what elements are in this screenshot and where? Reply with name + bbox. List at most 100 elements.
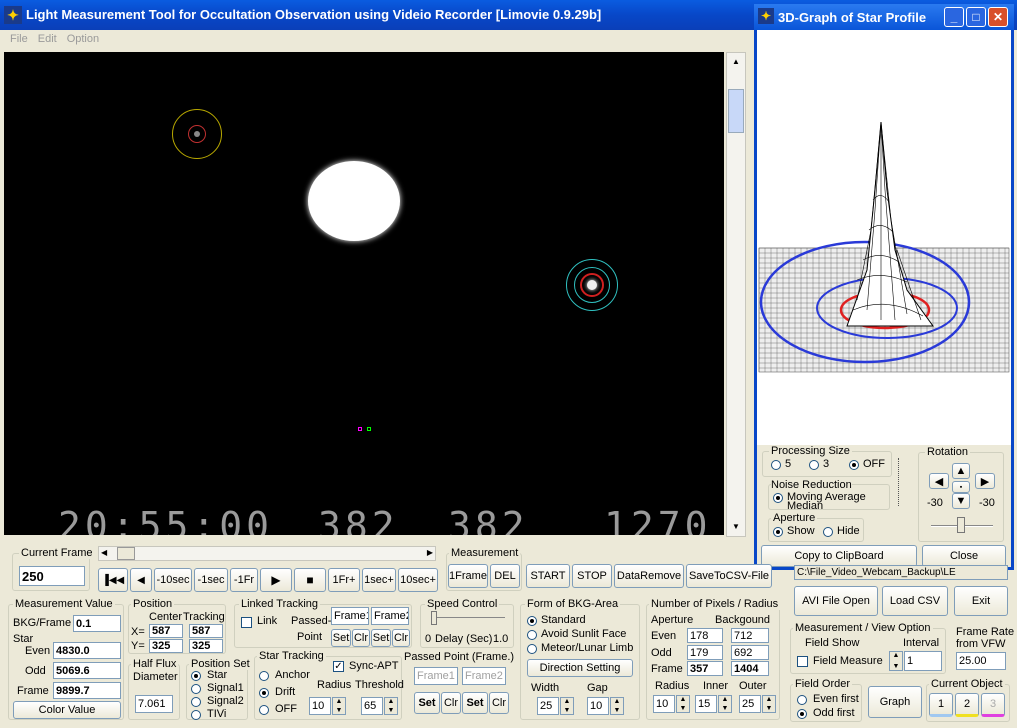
frame-scroll-thumb[interactable] — [117, 547, 135, 560]
passed-clr1-button[interactable]: Clr — [441, 692, 461, 714]
aperture-hide-radio[interactable] — [823, 527, 833, 537]
rotate-reset-button[interactable]: ▪ — [952, 481, 970, 493]
posset-signal1-radio[interactable] — [191, 684, 201, 694]
linked-set2-button[interactable]: Set — [371, 629, 391, 647]
outer-radius-input[interactable]: 25 — [739, 695, 761, 713]
rotate-right-button[interactable]: ▶ — [975, 473, 995, 489]
current-frame-input[interactable]: 250 — [19, 566, 85, 586]
linked-clr2-button[interactable]: Clr — [392, 629, 410, 647]
menu-option[interactable]: Option — [67, 33, 99, 45]
direction-setting-button[interactable]: Direction Setting — [527, 659, 633, 677]
passed-clr2-button[interactable]: Clr — [489, 692, 509, 714]
inner-radius-input[interactable]: 15 — [695, 695, 717, 713]
threshold-input[interactable]: 65 — [361, 697, 383, 715]
linked-clr1-button[interactable]: Clr — [352, 629, 370, 647]
frame-scroll-right-icon[interactable]: ▶ — [427, 548, 433, 557]
back-1sec-button[interactable]: -1sec — [194, 568, 228, 592]
interval-input[interactable]: 1 — [904, 651, 942, 671]
stop-button[interactable]: ■ — [294, 568, 326, 592]
moving-average-radio[interactable] — [773, 493, 783, 503]
track-radius-spinner[interactable]: ▲ ▼ — [332, 697, 346, 715]
passed-frame1-field[interactable]: Frame1 — [414, 667, 458, 685]
first-frame-button[interactable]: ▐◀◀ — [98, 568, 128, 592]
passed-frame2-field[interactable]: Frame2 — [462, 667, 506, 685]
rotate-down-button[interactable]: ▼ — [952, 493, 970, 509]
speed-slider-track[interactable] — [431, 617, 505, 619]
back-10sec-button[interactable]: -10sec — [154, 568, 192, 592]
sync-apt-checkbox[interactable]: ✓ — [333, 661, 344, 672]
anchor-radio[interactable] — [259, 671, 269, 681]
video-vertical-scrollbar[interactable]: ▲ ▼ — [726, 52, 746, 537]
posset-signal2-radio[interactable] — [191, 697, 201, 707]
prev-button[interactable]: ◀ — [130, 568, 152, 592]
close-icon[interactable]: ✕ — [988, 7, 1008, 27]
copy-clipboard-button[interactable]: Copy to ClipBoard — [761, 545, 917, 567]
posset-star-radio[interactable] — [191, 671, 201, 681]
aperture-radius-spinner[interactable]: ▲ ▼ — [676, 695, 690, 713]
interval-spinner[interactable]: ▲ ▼ — [889, 651, 903, 671]
odd-first-radio[interactable] — [797, 709, 807, 719]
rotation-slider-thumb[interactable] — [957, 517, 965, 533]
fwd-1fr-button[interactable]: 1Fr+ — [328, 568, 360, 592]
exit-button[interactable]: Exit — [954, 586, 1008, 616]
linked-set1-button[interactable]: Set — [331, 629, 351, 647]
scroll-up-arrow[interactable]: ▲ — [728, 54, 744, 70]
close-button[interactable]: Close — [922, 545, 1006, 567]
del-button[interactable]: DEL — [490, 564, 520, 588]
track-radius-input[interactable]: 10 — [309, 697, 331, 715]
save-csv-button[interactable]: SaveToCSV-File — [686, 564, 772, 588]
frame-scrollbar[interactable]: ◀ ▶ — [98, 546, 436, 561]
bkg-meteor-radio[interactable] — [527, 644, 537, 654]
outer-radius-spinner[interactable]: ▲ ▼ — [762, 695, 776, 713]
data-remove-button[interactable]: DataRemove — [614, 564, 684, 588]
fwd-10sec-button[interactable]: 10sec+ — [398, 568, 438, 592]
passed-set1-button[interactable]: Set — [414, 692, 440, 714]
menu-file[interactable]: File — [10, 33, 28, 45]
bkg-width-spinner[interactable]: ▲ ▼ — [560, 697, 574, 715]
rotate-left-button[interactable]: ◀ — [929, 473, 949, 489]
one-frame-button[interactable]: 1Frame — [448, 564, 488, 588]
rotate-up-button[interactable]: ▲ — [952, 463, 970, 479]
object-1-button[interactable]: 1 — [929, 693, 953, 717]
menu-edit[interactable]: Edit — [38, 33, 57, 45]
bkg-gap-input[interactable]: 10 — [587, 697, 609, 715]
color-value-button[interactable]: Color Value — [13, 701, 121, 719]
posset-tivi-radio[interactable] — [191, 710, 201, 720]
object-2-button[interactable]: 2 — [955, 693, 979, 717]
aperture-radius-input[interactable]: 10 — [653, 695, 675, 713]
linked-frame2-field[interactable]: Frame2 — [371, 607, 409, 625]
video-frame[interactable]: 20:55:00 382 382 1270 — [4, 52, 724, 535]
play-button[interactable]: ▶ — [260, 568, 292, 592]
frame-scroll-left-icon[interactable]: ◀ — [101, 548, 107, 557]
start-button[interactable]: START — [526, 564, 570, 588]
load-csv-button[interactable]: Load CSV — [882, 586, 948, 616]
object-3-button[interactable]: 3 — [981, 693, 1005, 717]
even-first-radio[interactable] — [797, 695, 807, 705]
field-measure-checkbox[interactable] — [797, 656, 808, 667]
bkg-gap-spinner[interactable]: ▲ ▼ — [610, 697, 624, 715]
inner-radius-spinner[interactable]: ▲ ▼ — [718, 695, 732, 713]
proc-3-radio[interactable] — [809, 460, 819, 470]
proc-5-radio[interactable] — [771, 460, 781, 470]
bkg-standard-radio[interactable] — [527, 616, 537, 626]
passed-set2-button[interactable]: Set — [462, 692, 488, 714]
proc-off-radio[interactable] — [849, 460, 859, 470]
scroll-down-arrow[interactable]: ▼ — [728, 519, 744, 535]
stop-measure-button[interactable]: STOP — [572, 564, 612, 588]
maximize-icon[interactable]: □ — [966, 7, 986, 27]
minimize-icon[interactable]: _ — [944, 7, 964, 27]
aperture-show-radio[interactable] — [773, 527, 783, 537]
threshold-spinner[interactable]: ▲ ▼ — [384, 697, 398, 715]
scroll-thumb[interactable] — [728, 89, 744, 133]
link-checkbox[interactable] — [241, 617, 252, 628]
vertical-slider[interactable] — [898, 458, 910, 506]
drift-radio[interactable] — [259, 688, 269, 698]
back-1fr-button[interactable]: -1Fr — [230, 568, 258, 592]
linked-frame1-field[interactable]: Frame1 — [331, 607, 369, 625]
tracking-off-radio[interactable] — [259, 705, 269, 715]
fwd-1sec-button[interactable]: 1sec+ — [362, 568, 396, 592]
speed-slider-thumb[interactable] — [431, 611, 437, 625]
bkg-avoid-sunlit-radio[interactable] — [527, 630, 537, 640]
graph-button[interactable]: Graph — [868, 686, 922, 718]
avi-file-open-button[interactable]: AVI File Open — [794, 586, 878, 616]
